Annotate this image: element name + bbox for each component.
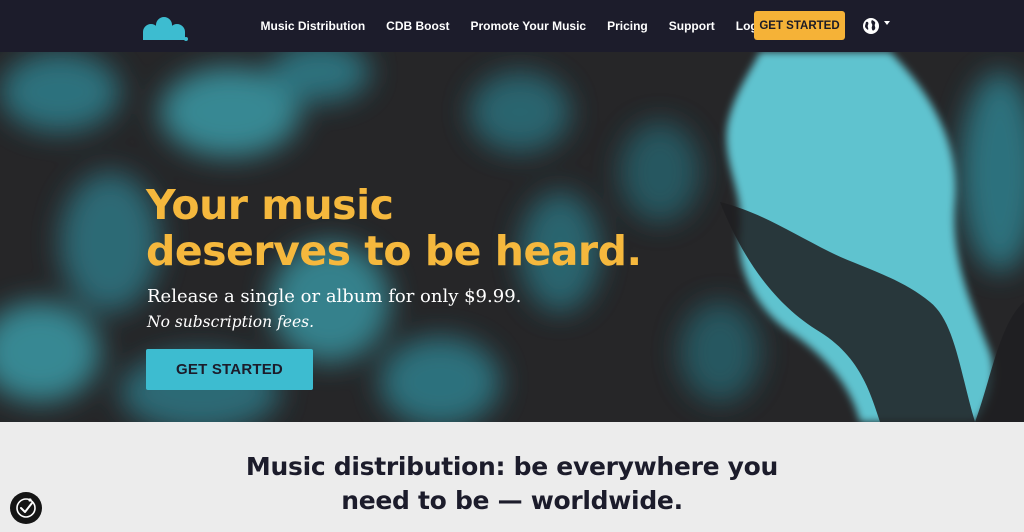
- chevron-down-icon[interactable]: [884, 21, 890, 25]
- hero-headline-line1: Your music: [146, 181, 394, 229]
- hero-subtitle-italic: No subscription fees.: [147, 313, 314, 331]
- top-navbar: Music Distribution CDB Boost Promote You…: [0, 0, 1024, 52]
- accessibility-widget-button[interactable]: [10, 492, 42, 524]
- hero-section: Your music deserves to be heard. Release…: [0, 52, 1024, 422]
- nav-link-promote-your-music[interactable]: Promote Your Music: [471, 19, 587, 33]
- globe-icon[interactable]: [862, 17, 880, 35]
- section-title-line2: need to be — worldwide.: [341, 486, 683, 515]
- accessibility-icon: [16, 498, 36, 518]
- hero-headline: Your music deserves to be heard.: [146, 182, 642, 274]
- nav-get-started-button[interactable]: GET STARTED: [754, 11, 845, 40]
- nav-link-music-distribution[interactable]: Music Distribution: [261, 19, 366, 33]
- hero-get-started-button[interactable]: GET STARTED: [146, 349, 313, 390]
- nav-link-support[interactable]: Support: [669, 19, 715, 33]
- nav-links: Music Distribution CDB Boost Promote You…: [250, 0, 782, 52]
- hero-headline-line2: deserves to be heard.: [146, 227, 642, 275]
- nav-link-cdb-boost[interactable]: CDB Boost: [386, 19, 449, 33]
- hero-subtitle: Release a single or album for only $9.99…: [147, 286, 522, 307]
- section-title-line1: Music distribution: be everywhere you: [245, 452, 779, 481]
- nav-link-pricing[interactable]: Pricing: [607, 19, 648, 33]
- distribution-section: Music distribution: be everywhere you ne…: [0, 422, 1024, 532]
- cdb-logo-icon[interactable]: [142, 10, 188, 42]
